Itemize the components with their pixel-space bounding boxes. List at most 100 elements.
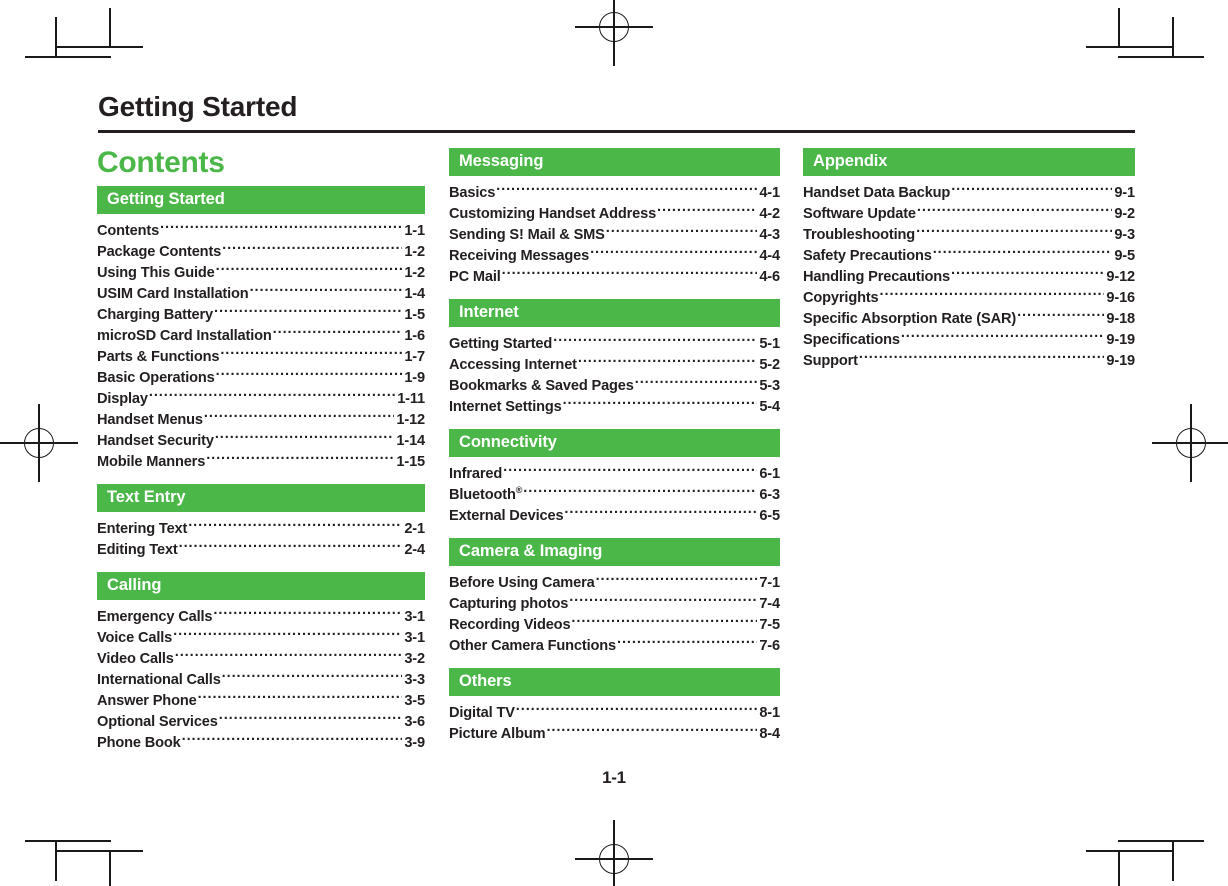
toc-entry[interactable]: Digital TV 8-1: [449, 702, 780, 723]
toc-entry-label: Basics: [449, 184, 496, 201]
toc-entry-label: Answer Phone: [97, 692, 197, 709]
toc-entry-list: Contents1-1Package Contents1-2Using This…: [97, 220, 425, 472]
toc-entry[interactable]: External Devices 6-5: [449, 505, 780, 526]
toc-entry[interactable]: Charging Battery 1-5: [97, 304, 425, 325]
registration-crosshair-icon-bottom: [575, 820, 653, 886]
toc-entry[interactable]: Receiving Messages 4-4: [449, 245, 780, 266]
toc-entry-label: Safety Precautions: [803, 247, 932, 264]
toc-entry[interactable]: Internet Settings 5-4: [449, 396, 780, 417]
toc-entry[interactable]: Emergency Calls 3-1: [97, 606, 425, 627]
toc-entry[interactable]: Bluetooth® 6-3: [449, 484, 780, 505]
toc-entry-page-number: 3-1: [404, 629, 425, 646]
toc-entry[interactable]: Mobile Manners 1-15: [97, 451, 425, 472]
toc-entry-label: Emergency Calls: [97, 608, 213, 625]
contents-heading: Contents: [97, 146, 225, 179]
toc-entry[interactable]: Editing Text 2-4: [97, 539, 425, 560]
toc-entry[interactable]: Phone Book 3-9: [97, 732, 425, 753]
toc-entry[interactable]: microSD Card Installation 1-6: [97, 325, 425, 346]
toc-entry[interactable]: Optional Services 3-6: [97, 711, 425, 732]
header-rule: [98, 130, 1135, 134]
toc-entry-label: Specifications: [803, 331, 900, 348]
toc-section-header: Text Entry: [97, 484, 425, 512]
toc-entry-label: Getting Started: [449, 335, 553, 352]
toc-entry[interactable]: Handset Data Backup 9-1: [803, 182, 1135, 203]
toc-leader-dots: [222, 241, 402, 256]
toc-entry-list: Infrared 6-1 Bluetooth® 6-3 External Devices…: [449, 463, 780, 526]
toc-entry-page-number: 1-7: [404, 348, 425, 365]
toc-entry[interactable]: Handling Precautions 9-12: [803, 266, 1135, 287]
toc-entry[interactable]: Recording Videos 7-5: [449, 614, 780, 635]
toc-leader-dots: [250, 283, 403, 298]
toc-entry[interactable]: Software Update 9-2: [803, 203, 1135, 224]
toc-entry-page-number: 5-4: [759, 398, 780, 415]
toc-entry-label: Receiving Messages: [449, 247, 590, 264]
toc-entry[interactable]: Entering Text 2-1: [97, 518, 425, 539]
toc-entry[interactable]: Customizing Handset Address 4-2: [449, 203, 780, 224]
toc-entry[interactable]: Using This Guide 1-2: [97, 262, 425, 283]
toc-leader-dots: [219, 711, 403, 726]
toc-entry[interactable]: USIM Card Installation 1-4: [97, 283, 425, 304]
toc-entry[interactable]: International Calls 3-3: [97, 669, 425, 690]
toc-entry[interactable]: Basic Operations 1-9: [97, 367, 425, 388]
toc-entry-page-number: 9-5: [1114, 247, 1135, 264]
toc-leader-dots: [617, 635, 757, 650]
toc-entry[interactable]: Picture Album 8-4: [449, 723, 780, 744]
toc-entry-page-number: 6-3: [759, 486, 780, 503]
toc-section: Connectivity Infrared 6-1 Bluetooth® 6-3 Exte…: [449, 429, 780, 526]
toc-leader-dots: [206, 451, 394, 466]
toc-leader-dots: [578, 354, 757, 369]
toc-entry-label: Infrared: [449, 465, 503, 482]
toc-entry[interactable]: Accessing Internet 5-2: [449, 354, 780, 375]
toc-leader-dots: [596, 572, 758, 587]
toc-entry-label: Mobile Manners: [97, 453, 206, 470]
toc-entry[interactable]: Answer Phone 3-5: [97, 690, 425, 711]
toc-entry-label: Phone Book: [97, 734, 181, 751]
toc-section: CallingEmergency Calls3-1Voice Calls3-1V…: [97, 572, 425, 753]
toc-entry-page-number: 1-4: [404, 285, 425, 302]
toc-entry[interactable]: Safety Precautions 9-5: [803, 245, 1135, 266]
toc-entry[interactable]: Capturing photos 7-4: [449, 593, 780, 614]
toc-entry[interactable]: Display 1-11: [97, 388, 425, 409]
toc-entry[interactable]: Handset Menus 1-12: [97, 409, 425, 430]
toc-entry-label: Internet Settings: [449, 398, 562, 415]
toc-leader-dots: [160, 220, 402, 235]
toc-entry[interactable]: Infrared 6-1: [449, 463, 780, 484]
toc-entry-page-number: 3-3: [404, 671, 425, 688]
toc-entry-label: External Devices: [449, 507, 564, 524]
toc-column-2: Messaging Basics 4-1 Customizing Handset Ad…: [449, 148, 780, 756]
toc-entry-label: Bookmarks & Saved Pages: [449, 377, 634, 394]
toc-section-header: Getting Started: [97, 186, 425, 214]
toc-entry[interactable]: Video Calls 3-2: [97, 648, 425, 669]
toc-section-header: Internet: [449, 299, 780, 327]
toc-entry[interactable]: Specific Absorption Rate (SAR) 9-18: [803, 308, 1135, 329]
toc-entry[interactable]: Basics 4-1: [449, 182, 780, 203]
toc-entry[interactable]: Handset Security 1-14: [97, 430, 425, 451]
toc-entry[interactable]: Voice Calls 3-1: [97, 627, 425, 648]
toc-entry-page-number: 1-5: [404, 306, 425, 323]
toc-entry[interactable]: Contents 1-1: [97, 220, 425, 241]
toc-entry[interactable]: Before Using Camera 7-1: [449, 572, 780, 593]
toc-entry-page-number: 7-4: [759, 595, 780, 612]
toc-entry-page-number: 1-12: [396, 411, 425, 428]
toc-entry[interactable]: Bookmarks & Saved Pages 5-3: [449, 375, 780, 396]
toc-entry[interactable]: Specifications 9-19: [803, 329, 1135, 350]
toc-entry[interactable]: Support 9-19: [803, 350, 1135, 371]
toc-entry[interactable]: Copyrights 9-16: [803, 287, 1135, 308]
toc-section: Appendix Handset Data Backup 9-1 Software U…: [803, 148, 1135, 371]
toc-entry[interactable]: PC Mail 4-6: [449, 266, 780, 287]
toc-leader-dots: [182, 732, 403, 747]
toc-entry[interactable]: Getting Started 5-1: [449, 333, 780, 354]
toc-entry-page-number: 9-16: [1106, 289, 1135, 306]
toc-leader-dots: [564, 505, 757, 520]
toc-entry[interactable]: Parts & Functions 1-7: [97, 346, 425, 367]
toc-entry-list: Getting Started 5-1 Accessing Internet 5-2 B…: [449, 333, 780, 417]
toc-entry-label: Support: [803, 352, 858, 369]
toc-entry[interactable]: Package Contents 1-2: [97, 241, 425, 262]
toc-entry[interactable]: Sending S! Mail & SMS 4-3: [449, 224, 780, 245]
toc-section: Messaging Basics 4-1 Customizing Handset Ad…: [449, 148, 780, 287]
toc-entry[interactable]: Troubleshooting 9-3: [803, 224, 1135, 245]
toc-entry-label: Digital TV: [449, 704, 515, 721]
toc-leader-dots: [916, 224, 1112, 239]
toc-entry[interactable]: Other Camera Functions 7-6: [449, 635, 780, 656]
toc-entry-list: Entering Text 2-1 Editing Text 2-4: [97, 518, 425, 560]
